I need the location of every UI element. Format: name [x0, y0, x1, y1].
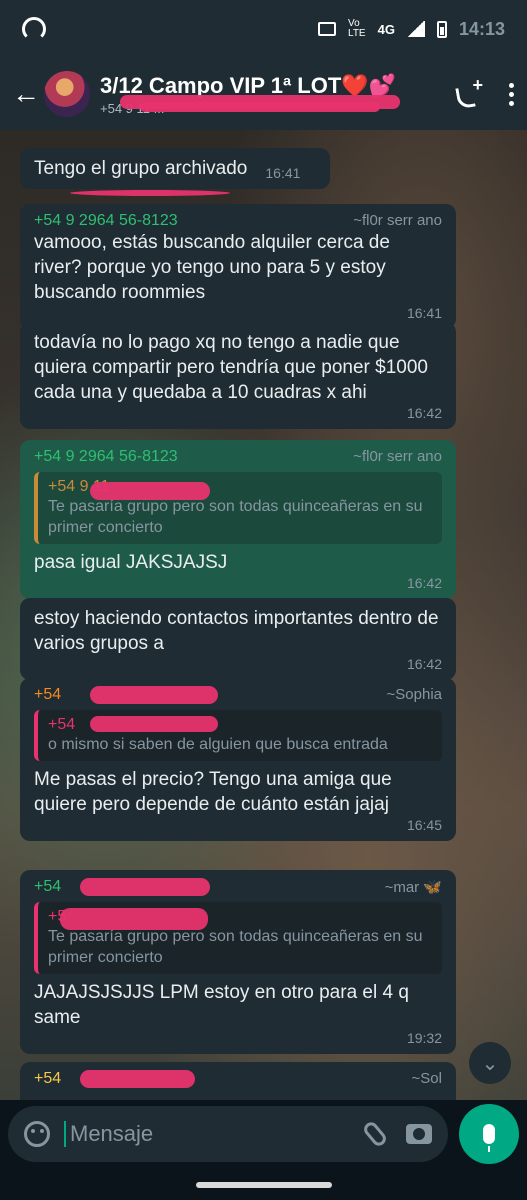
voice-record-button[interactable] — [459, 1104, 519, 1164]
message-time: 16:45 — [406, 817, 442, 833]
message-text: JAJAJSJSJJS LPM estoy en otro para el 4 … — [34, 982, 409, 1028]
message-bubble[interactable]: +54 9 2964 56-8123 ~fl0r serr ano +54 9 … — [20, 440, 456, 599]
volte-indicator: Vo LTE — [348, 19, 366, 39]
emoji-icon[interactable] — [24, 1121, 50, 1147]
message-list[interactable]: Tengo el grupo archivado 16:41 +54 9 296… — [0, 130, 527, 1100]
message-bubble[interactable]: Tengo el grupo archivado 16:41 — [20, 148, 330, 189]
redaction-mark — [140, 102, 380, 112]
status-icons: Vo LTE 4G 14:13 — [318, 19, 505, 40]
message-time: 16:41 — [406, 305, 442, 321]
gesture-nav-bar[interactable] — [196, 1182, 332, 1188]
sender-number[interactable]: +54 — [34, 878, 61, 896]
sender-alias: ~fl0r serr ano — [353, 448, 442, 465]
message-text: Me pasas el precio? Tengo una amiga que … — [34, 769, 392, 815]
message-time: 19:32 — [406, 1030, 442, 1046]
message-time: 16:42 — [406, 575, 442, 591]
camera-icon[interactable] — [406, 1124, 432, 1144]
sender-number[interactable]: +54 — [34, 1070, 61, 1088]
arrow-left-icon[interactable]: ← — [12, 78, 40, 110]
message-time: 16:41 — [265, 165, 301, 181]
redaction-mark — [90, 482, 210, 500]
quoted-text: Te pasaría grupo pero son todas quinceañ… — [48, 928, 423, 966]
message-bubble[interactable]: +54 ~mar 🦋 +5 Te pasaría grupo pero son … — [20, 870, 456, 1054]
notification-icon — [22, 17, 46, 41]
quoted-text: Te pasaría grupo pero son todas quinceañ… — [48, 498, 423, 536]
redaction-mark — [80, 1070, 195, 1088]
scroll-down-button[interactable]: ⌄ — [469, 1042, 511, 1084]
message-bubble[interactable]: estoy haciendo contactos importantes den… — [20, 598, 456, 680]
message-time: 16:42 — [406, 405, 442, 421]
add-call-icon[interactable] — [455, 75, 483, 107]
message-text: estoy haciendo contactos importantes den… — [34, 608, 439, 654]
status-bar: Vo LTE 4G 14:13 — [0, 0, 527, 58]
message-text: vamooo, estás buscando alquiler cerca de… — [34, 232, 390, 303]
sender-alias: ~Sophia — [386, 686, 442, 703]
message-time: 16:42 — [406, 656, 442, 672]
message-text: pasa igual JAKSJAJSJ — [34, 552, 228, 573]
message-text: Tengo el grupo archivado — [34, 158, 248, 179]
redaction-mark — [80, 878, 210, 896]
more-vert-icon[interactable] — [509, 82, 515, 106]
redaction-mark — [70, 190, 230, 196]
network-type: 4G — [377, 21, 395, 37]
mic-icon — [483, 1124, 495, 1152]
chevron-double-down-icon: ⌄ — [481, 1052, 499, 1075]
sender-alias: ~Sol — [411, 1070, 442, 1087]
message-bubble[interactable]: todavía no lo pago xq no tengo a nadie q… — [20, 322, 456, 429]
chat-header: ← 3/12 Campo VIP 1ª LOT❤️💕 +54 9 11 ... — [0, 58, 527, 130]
sender-number[interactable]: +54 — [34, 686, 61, 704]
redaction-mark — [60, 908, 208, 930]
sender-alias: ~fl0r serr ano — [353, 212, 442, 229]
signal-icon — [406, 21, 425, 37]
vibrate-icon — [318, 22, 336, 36]
quoted-text: o mismo si saben de alguien que busca en… — [48, 736, 388, 753]
sender-number[interactable]: +54 9 2964 56-8123 — [34, 448, 178, 466]
volte-bottom-label: LTE — [348, 28, 366, 39]
battery-icon — [436, 20, 447, 38]
message-bubble[interactable]: +54 9 2964 56-8123 ~fl0r serr ano vamooo… — [20, 204, 456, 329]
redaction-mark — [90, 686, 218, 704]
message-text: todavía no lo pago xq no tengo a nadie q… — [34, 332, 428, 403]
group-avatar[interactable] — [44, 71, 90, 117]
message-bubble[interactable]: +54 ~Sophia +54 o mismo si saben de algu… — [20, 678, 456, 841]
sender-number[interactable]: +54 9 2964 56-8123 — [34, 212, 178, 230]
redaction-mark — [90, 716, 218, 732]
message-input-container — [8, 1106, 448, 1162]
message-input[interactable] — [64, 1121, 368, 1147]
composer — [0, 1100, 527, 1200]
sender-alias: ~mar 🦋 — [384, 879, 442, 896]
clock: 14:13 — [458, 18, 505, 39]
